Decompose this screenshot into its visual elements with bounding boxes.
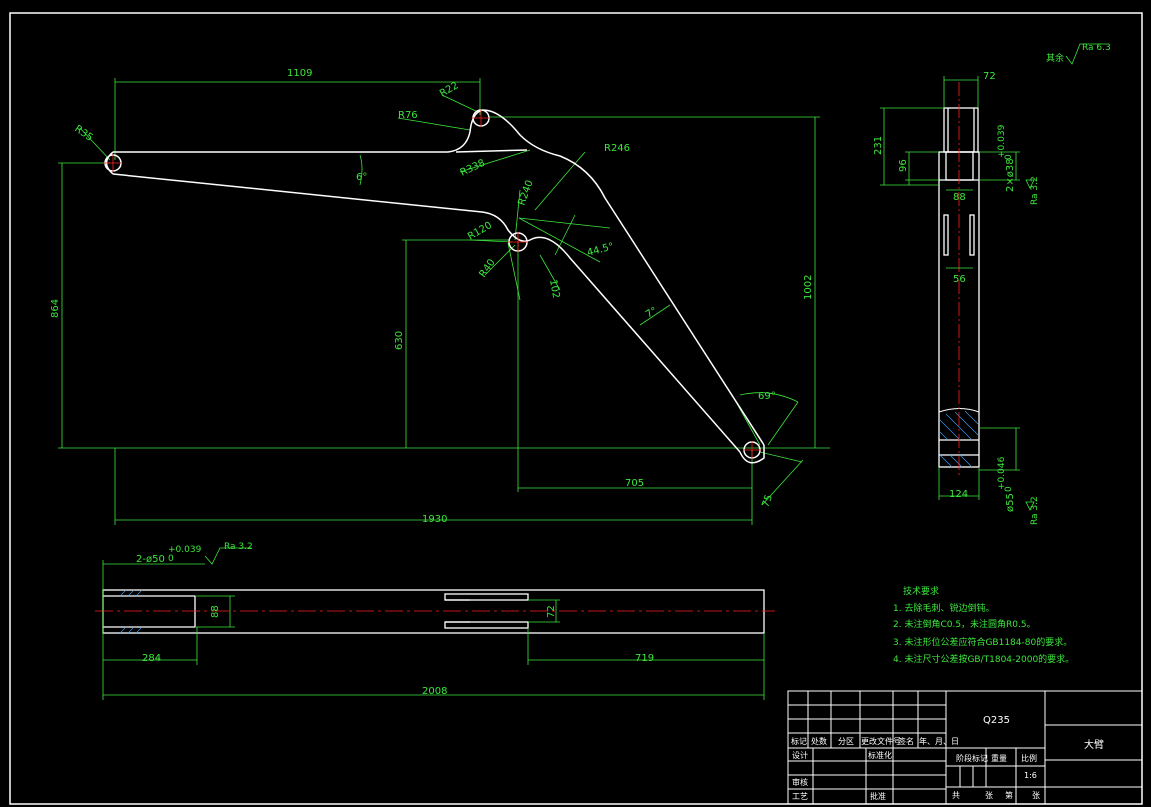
bottom-dim-72: 72 xyxy=(546,605,557,618)
tb-sheet-of: 第 xyxy=(1005,790,1013,800)
tb-stage-mark: 阶段标记 xyxy=(956,753,988,763)
bottom-dim-2008: 2008 xyxy=(422,686,447,697)
tb-design: 设计 xyxy=(792,750,808,760)
side-dim-96: 96 xyxy=(898,159,909,172)
tb-header-change-doc: 更改文件号 xyxy=(861,736,901,746)
side-dim-bore2-tol-top: +0.046 xyxy=(997,456,1007,490)
bottom-dim-88: 88 xyxy=(210,605,221,618)
side-dim-72: 72 xyxy=(983,71,996,82)
tb-header-count: 处数 xyxy=(811,736,827,746)
dim-864: 864 xyxy=(50,299,61,318)
side-dim-231: 231 xyxy=(873,136,884,155)
bottom-dim-bore: 2-ø50 xyxy=(136,554,165,565)
dim-angle-69: 69° xyxy=(758,391,776,402)
roughness-label: 其余 xyxy=(1046,52,1064,64)
side-ra-2: Ra 3.2 xyxy=(1030,496,1040,525)
tb-material: Q235 xyxy=(983,715,1010,726)
bottom-dim-tol-bot: 0 xyxy=(168,554,174,564)
tb-scale-label: 比例 xyxy=(1021,753,1037,763)
tech-req-item-1: 1. 去除毛刺、锐边倒钝。 xyxy=(893,602,994,614)
tb-header-date: 年、月、日 xyxy=(919,736,959,746)
tech-req-title: 技术要求 xyxy=(903,585,939,597)
tb-header-mark: 标记 xyxy=(791,736,807,746)
tb-sheet-unit: 张 xyxy=(1032,791,1040,800)
side-dim-bore: 2×ø38 xyxy=(1005,158,1016,192)
bottom-dim-284: 284 xyxy=(142,653,161,664)
bottom-ra: Ra 3.2 xyxy=(224,542,253,552)
bottom-dim-719: 719 xyxy=(635,653,654,664)
tb-header-signature: 签名 xyxy=(898,736,914,746)
tech-req-item-4: 4. 未注尺寸公差按GB/T1804-2000的要求。 xyxy=(893,653,1074,665)
side-dim-bore-tol-top: +0.039 xyxy=(997,124,1007,158)
tb-sheets-unit: 张 xyxy=(985,791,993,800)
dim-705: 705 xyxy=(625,478,644,489)
dim-1002: 1002 xyxy=(803,275,814,300)
side-ra-1: Ra 3.2 xyxy=(1030,176,1040,205)
tb-weight: 重量 xyxy=(991,753,1007,763)
dim-630: 630 xyxy=(394,331,405,350)
dim-1930: 1930 xyxy=(422,514,447,525)
tb-sheets-total: 共 xyxy=(952,791,960,800)
tb-process: 工艺 xyxy=(792,792,808,801)
side-dim-bore2-tol-bot: 0 xyxy=(1004,486,1014,492)
side-dim-bore-tol-bot: 0 xyxy=(1004,154,1014,160)
dim-r76: R76 xyxy=(398,110,418,121)
tb-approve: 批准 xyxy=(870,791,886,801)
dim-angle-6: 6° xyxy=(356,172,367,183)
tb-review: 审核 xyxy=(792,777,808,787)
side-dim-124: 124 xyxy=(949,489,968,500)
roughness-value: Ra 6.3 xyxy=(1082,43,1111,53)
tech-req-item-2: 2. 未注倒角C0.5，未注圆角R0.5。 xyxy=(893,618,1036,630)
side-dim-88: 88 xyxy=(953,192,966,203)
cad-drawing: 1109 R22 R76 R35 R338 R246 6° R240 R120 … xyxy=(0,0,1151,807)
tb-part-name: 大臂 xyxy=(1084,738,1104,751)
side-dim-bore2: ø55 xyxy=(1005,493,1016,512)
side-dim-56: 56 xyxy=(953,274,966,285)
tech-req-item-3: 3. 未注形位公差应符合GB1184-80的要求。 xyxy=(893,636,1072,648)
dim-1109: 1109 xyxy=(287,68,312,79)
tb-scale-value: 1:6 xyxy=(1024,771,1037,780)
tb-standardization: 标准化 xyxy=(868,750,892,760)
dim-r246: R246 xyxy=(604,143,630,154)
tb-header-zone: 分区 xyxy=(838,737,854,746)
